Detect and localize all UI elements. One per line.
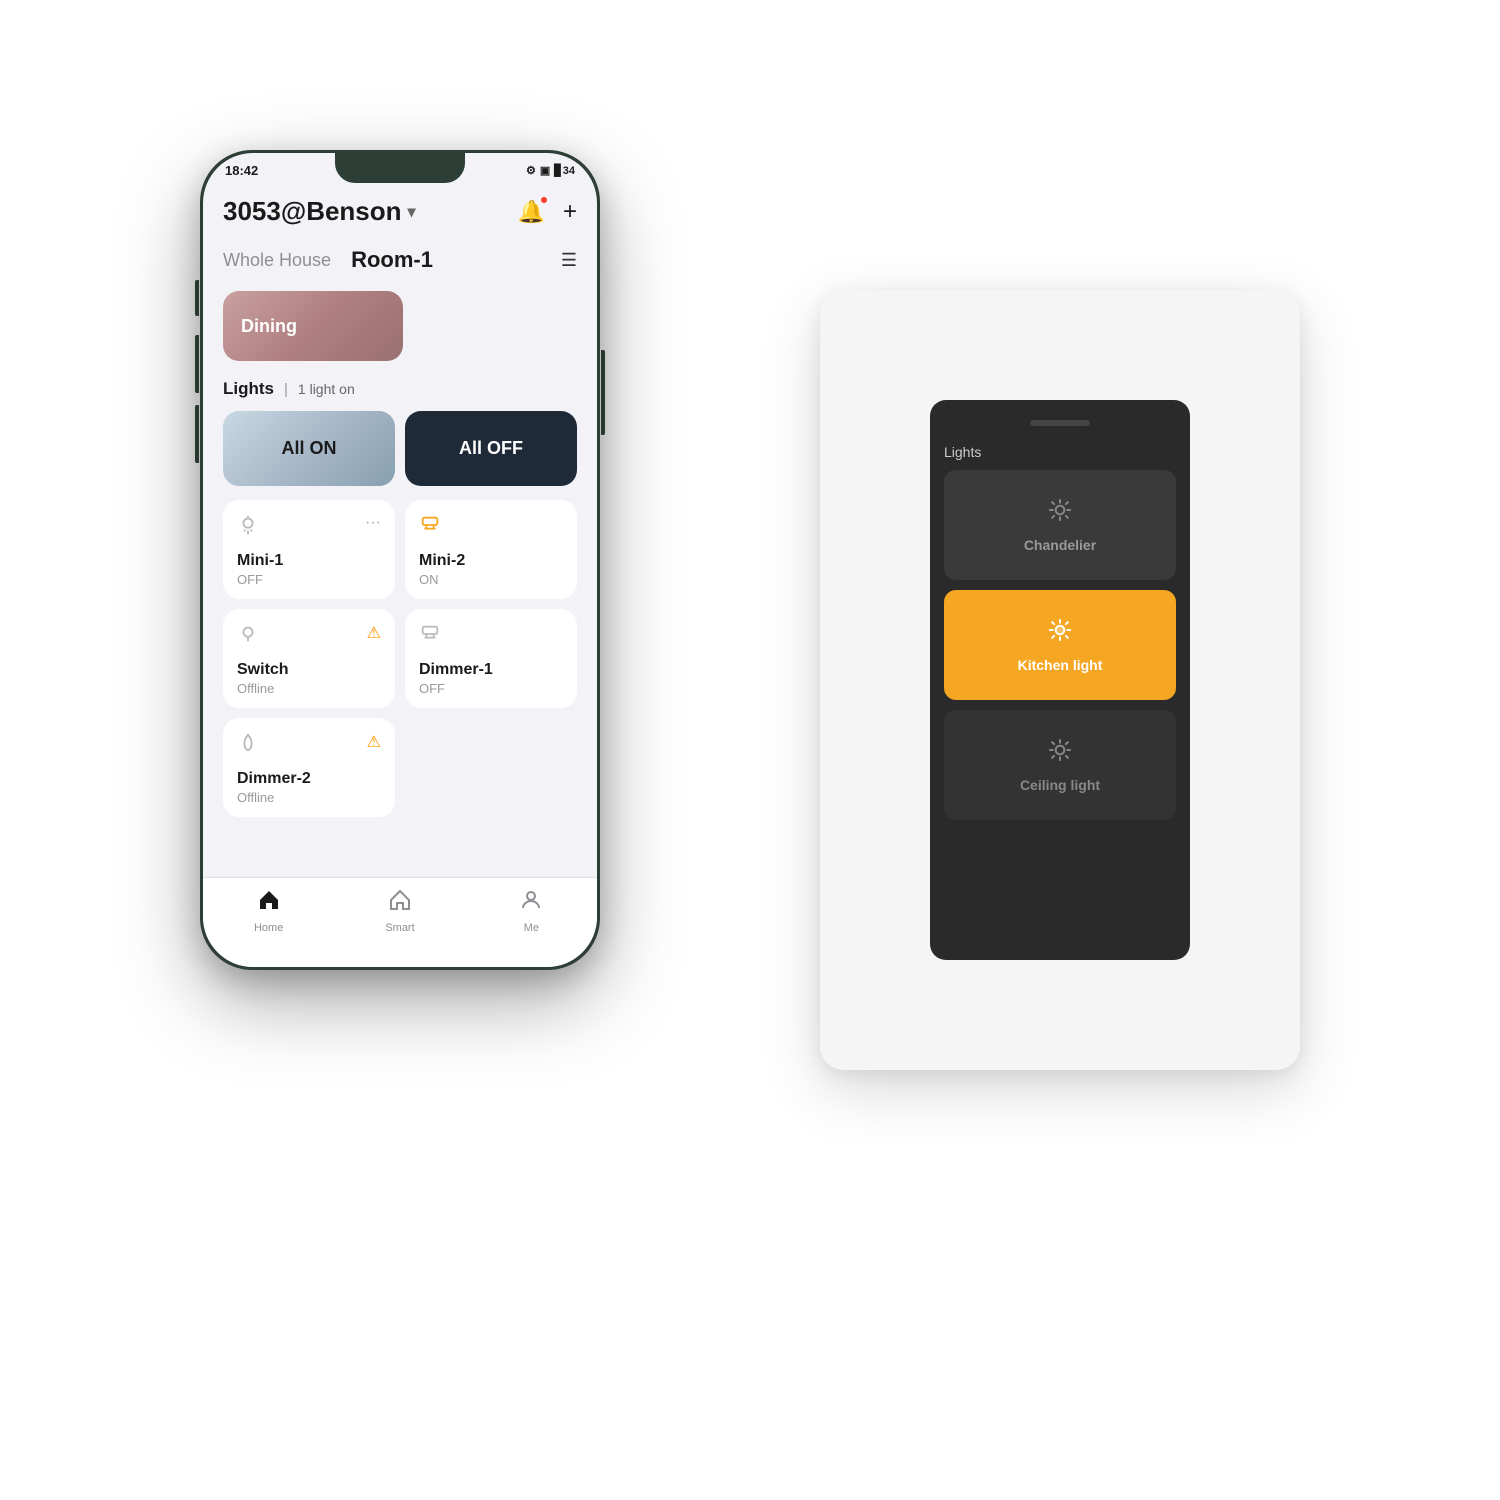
nav-me[interactable]: Me [466, 888, 597, 934]
switch-icon [237, 623, 259, 651]
header-icons: 🔔 + [518, 198, 577, 226]
menu-icon[interactable]: ☰ [561, 250, 577, 271]
home-nav-label: Home [254, 922, 283, 934]
phone-notch [335, 153, 465, 183]
tab-room1[interactable]: Room-1 [351, 243, 433, 277]
device-card-dimmer2[interactable]: ⚠ Dimmer-2 Offline [223, 718, 395, 817]
app-title[interactable]: 3053@Benson ▾ [223, 196, 416, 227]
kitchen-light-icon [1047, 617, 1073, 649]
mini2-name: Mini-2 [419, 552, 563, 570]
status-time: 18:42 [225, 163, 258, 178]
add-button[interactable]: + [563, 198, 577, 226]
switch-name: Switch [237, 661, 381, 679]
ceiling-light-icon [1047, 737, 1073, 769]
all-off-button[interactable]: All OFF [405, 411, 577, 486]
dimmer2-name: Dimmer-2 [237, 770, 381, 788]
lights-header: Lights | 1 light on [223, 379, 577, 399]
switch-device: Lights [930, 400, 1190, 960]
lights-divider: | [284, 381, 288, 398]
dimmer2-icon [237, 732, 259, 760]
dimmer1-icon [419, 623, 441, 651]
lights-status: 1 light on [298, 381, 355, 397]
device-grid: ··· Mini-1 OFF [223, 500, 577, 708]
mini1-name: Mini-1 [237, 552, 381, 570]
smart-nav-icon [388, 888, 412, 918]
dimmer2-status: Offline [237, 790, 381, 805]
camera-icon: ▣ [540, 164, 550, 177]
notification-badge [540, 196, 548, 204]
mini1-icon [237, 514, 259, 542]
device-card-mini1[interactable]: ··· Mini-1 OFF [223, 500, 395, 599]
chandelier-icon [1047, 497, 1073, 529]
lights-title: Lights [223, 379, 274, 399]
mini1-badge: ··· [365, 514, 381, 532]
chandelier-button[interactable]: Chandelier [944, 470, 1176, 580]
volume-up-button[interactable] [195, 335, 199, 393]
kitchen-light-button[interactable]: Kitchen light [944, 590, 1176, 700]
home-name: 3053@Benson [223, 196, 402, 227]
power-button[interactable] [601, 350, 605, 435]
tab-whole-house[interactable]: Whole House [223, 246, 331, 275]
switch-section-label: Lights [944, 444, 981, 460]
app-header: 3053@Benson ▾ 🔔 + [223, 186, 577, 243]
smart-nav-label: Smart [385, 922, 414, 934]
speaker-grille [1030, 420, 1090, 426]
dimmer1-name: Dimmer-1 [419, 661, 563, 679]
phone: 18:42 ⚙ ▣ ▊34 3053@Benson ▾ [200, 150, 600, 970]
room-tabs: Whole House Room-1 ☰ [223, 243, 577, 277]
bottom-nav: Home Smart [203, 877, 597, 967]
mini2-status: ON [419, 572, 563, 587]
me-nav-label: Me [524, 922, 539, 934]
scene-buttons: All ON All OFF [223, 411, 577, 486]
all-on-button[interactable]: All ON [223, 411, 395, 486]
kitchen-light-label: Kitchen light [1018, 657, 1103, 673]
wall-plate: Lights [820, 290, 1300, 1070]
notification-button[interactable]: 🔔 [518, 199, 545, 225]
dimmer1-status: OFF [419, 681, 563, 696]
mini2-icon [419, 514, 441, 542]
dropdown-arrow-icon: ▾ [408, 202, 416, 222]
home-nav-icon [257, 888, 281, 918]
chandelier-label: Chandelier [1024, 537, 1096, 553]
volume-down-button[interactable] [195, 405, 199, 463]
dining-label: Dining [241, 316, 297, 337]
dimmer2-badge: ⚠ [367, 732, 381, 752]
nav-smart[interactable]: Smart [334, 888, 465, 934]
ceiling-light-label: Ceiling light [1020, 777, 1100, 793]
mini1-status: OFF [237, 572, 381, 587]
device-card-switch[interactable]: ⚠ Switch Offline [223, 609, 395, 708]
mute-button[interactable] [195, 280, 199, 316]
nav-home[interactable]: Home [203, 888, 334, 934]
settings-icon: ⚙ [526, 164, 536, 177]
status-icons: ⚙ ▣ ▊34 [526, 164, 575, 177]
ceiling-light-button[interactable]: Ceiling light [944, 710, 1176, 820]
me-nav-icon [519, 888, 543, 918]
switch-status: Offline [237, 681, 381, 696]
battery-icon: ▊34 [554, 164, 575, 177]
device-card-mini2[interactable]: Mini-2 ON [405, 500, 577, 599]
dining-card[interactable]: Dining [223, 291, 403, 361]
device-card-dimmer1[interactable]: Dimmer-1 OFF [405, 609, 577, 708]
switch-badge: ⚠ [367, 623, 381, 643]
